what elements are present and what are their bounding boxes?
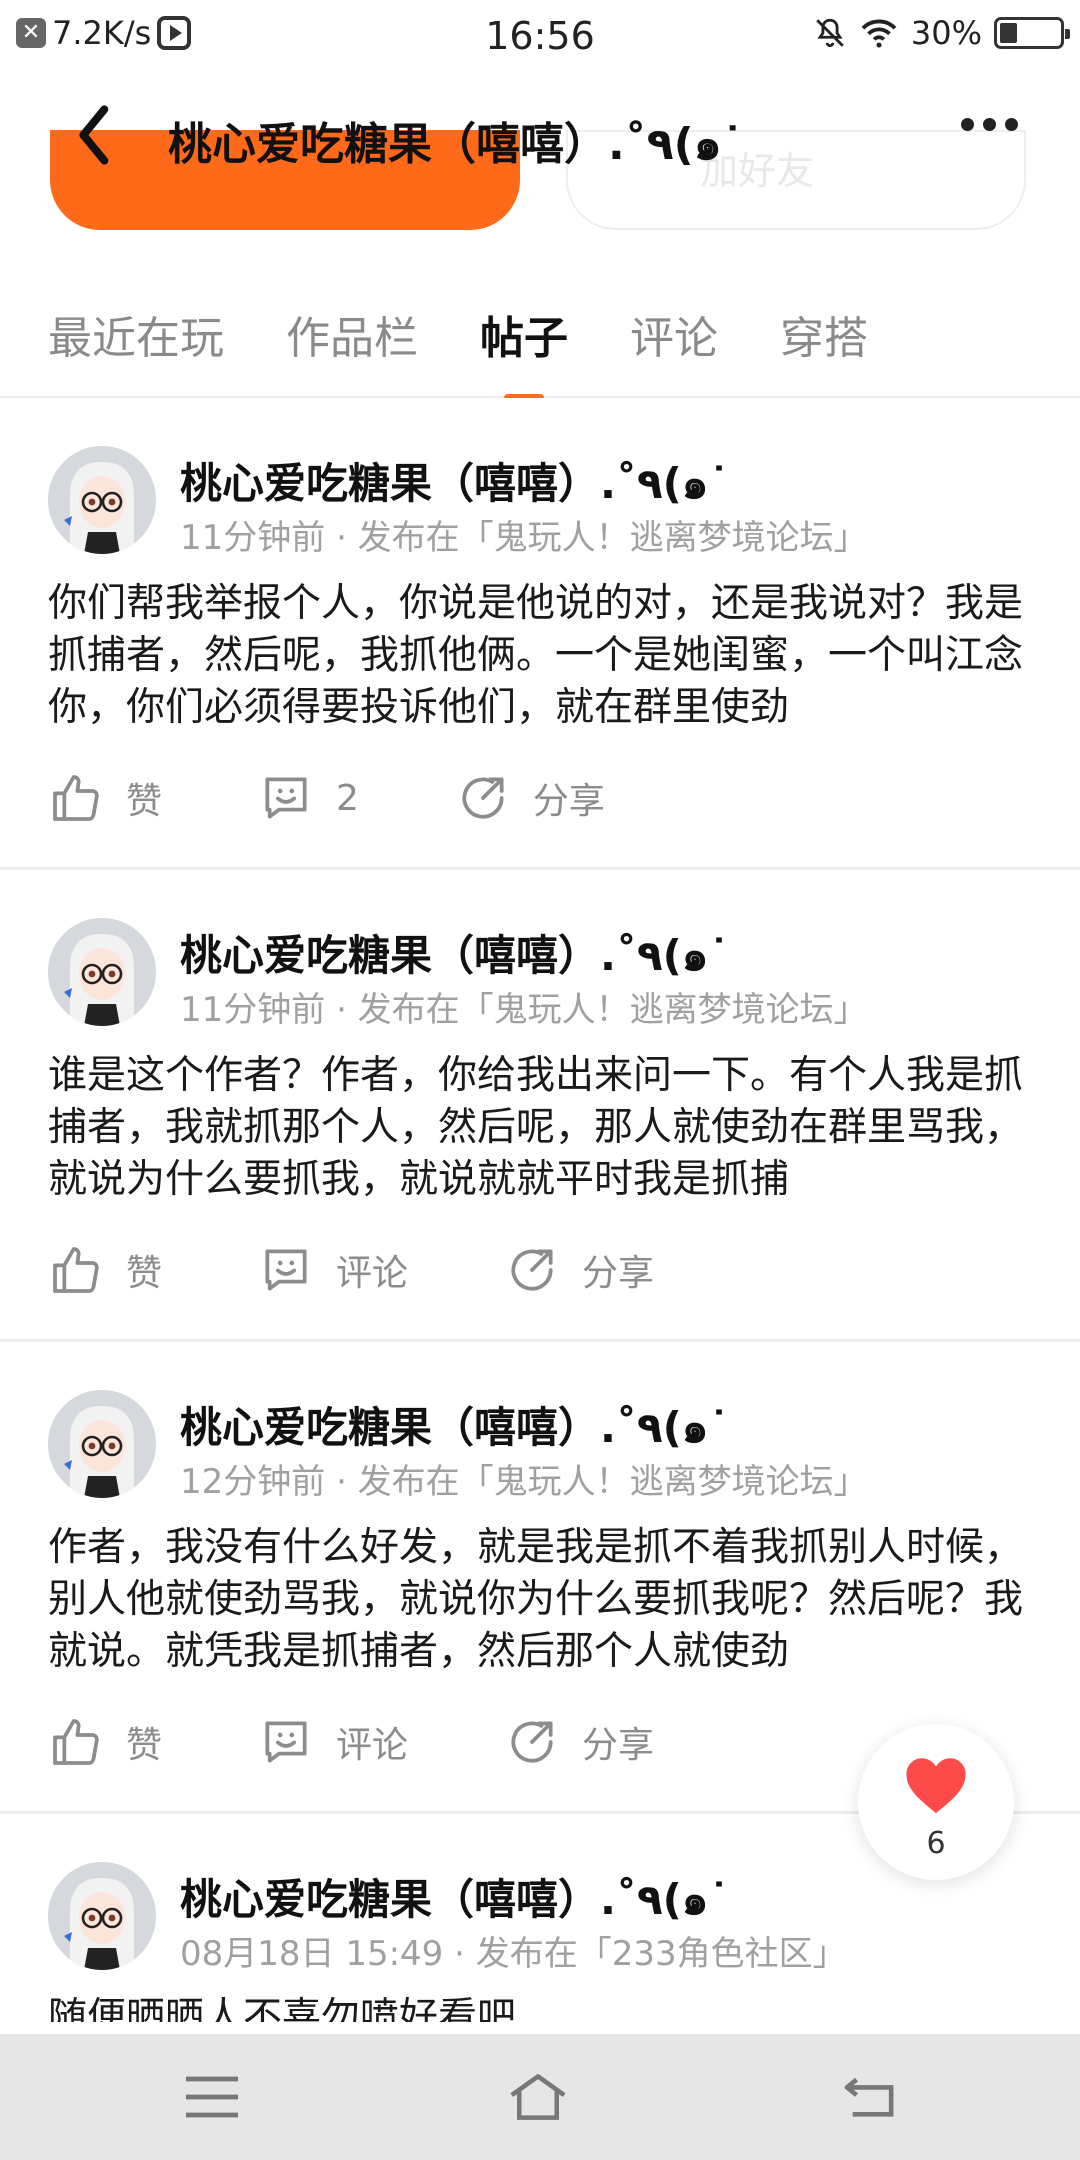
thumbs-up-icon: [53, 1247, 99, 1293]
back-button[interactable]: [70, 100, 130, 170]
avatar[interactable]: [48, 918, 156, 1026]
comment-smile-icon: [265, 777, 307, 819]
comment-label: 评论: [336, 1253, 409, 1294]
battery-icon: [994, 17, 1070, 49]
tab-posts[interactable]: 帖子: [480, 302, 568, 366]
share-button[interactable]: 分享: [504, 1242, 654, 1298]
post-text[interactable]: 谁是这个作者？作者，你给我出来问一下。有个人我是抓捕者，我就抓那个人，然后呢，那…: [48, 1050, 1038, 1206]
home-icon: [510, 2074, 566, 2120]
like-count: 6: [926, 1826, 946, 1861]
avatar[interactable]: [48, 1862, 156, 1970]
nav-back-button[interactable]: [840, 2072, 900, 2122]
battery-fill: [1000, 23, 1018, 43]
share-label: 分享: [582, 1253, 655, 1294]
share-arrow-icon: [462, 777, 504, 819]
post-actions: 赞 评论 分享: [48, 1242, 750, 1298]
post-card[interactable]: 桃心爱吃糖果（嘻嘻）.˚٩(๑˙ 11分钟前 · 发布在「鬼玩人！逃离梦境论坛」…: [0, 398, 1080, 870]
tab-comments[interactable]: 评论: [630, 302, 718, 366]
post-meta: 11分钟前 · 发布在「鬼玩人！逃离梦境论坛」: [180, 990, 868, 1030]
nav-menu-button[interactable]: [182, 2072, 242, 2122]
like-button[interactable]: 赞: [48, 1714, 162, 1770]
system-nav-bar: [0, 2034, 1080, 2160]
post-actions: 赞 2 分享: [48, 770, 701, 826]
like-label: 赞: [126, 781, 163, 822]
tab-bar: 最近在玩 作品栏 帖子 评论 穿搭: [0, 262, 1080, 398]
share-label: 分享: [532, 781, 605, 822]
share-arrow-icon: [511, 1721, 553, 1763]
post-author[interactable]: 桃心爱吃糖果（嘻嘻）.˚٩(๑˙: [180, 922, 729, 989]
comment-smile-icon: [265, 1721, 307, 1763]
more-dot: [961, 118, 974, 131]
comment-count: 2: [336, 777, 359, 819]
share-label: 分享: [582, 1725, 655, 1766]
mute-bell-icon: [816, 18, 844, 48]
more-options-button[interactable]: [961, 118, 1018, 131]
page-title: 桃心爱吃糖果（嘻嘻）.˚٩(๑˙: [168, 119, 744, 170]
comment-smile-icon: [265, 1249, 307, 1291]
more-dot: [983, 118, 996, 131]
post-author[interactable]: 桃心爱吃糖果（嘻嘻）.˚٩(๑˙: [180, 1394, 729, 1461]
status-bar: ✕ 7.2K/s 16:56 30%: [0, 0, 1080, 72]
status-right: 30%: [813, 14, 1070, 52]
floating-like-button[interactable]: 6: [858, 1724, 1014, 1880]
avatar[interactable]: [48, 446, 156, 554]
thumbs-up-icon: [53, 1719, 99, 1765]
menu-icon: [186, 2076, 238, 2118]
post-actions: 赞 评论 分享: [48, 1714, 750, 1770]
comment-label: 评论: [336, 1725, 409, 1766]
post-text[interactable]: 作者，我没有什么好发，就是我是抓不着我抓别人时候，别人他就使劲骂我，就说你为什么…: [48, 1522, 1038, 1678]
thumbs-up-icon: [53, 775, 99, 821]
heart-icon: [906, 1758, 966, 1814]
share-button[interactable]: 分享: [455, 770, 605, 826]
comment-button[interactable]: 评论: [258, 1714, 408, 1770]
chevron-left-icon: [79, 105, 109, 165]
post-meta: 11分钟前 · 发布在「鬼玩人！逃离梦境论坛」: [180, 518, 868, 558]
post-author[interactable]: 桃心爱吃糖果（嘻嘻）.˚٩(๑˙: [180, 1866, 729, 1933]
tab-recently-played[interactable]: 最近在玩: [48, 302, 224, 366]
post-card[interactable]: 桃心爱吃糖果（嘻嘻）.˚٩(๑˙ 11分钟前 · 发布在「鬼玩人！逃离梦境论坛」…: [0, 870, 1080, 1342]
share-arrow-icon: [511, 1249, 553, 1291]
more-dot: [1005, 118, 1018, 131]
wifi-icon: [861, 19, 897, 48]
battery-percent: 30%: [910, 14, 982, 52]
comment-button[interactable]: 2: [258, 770, 359, 826]
avatar[interactable]: [48, 1390, 156, 1498]
like-label: 赞: [126, 1253, 163, 1294]
tab-works[interactable]: 作品栏: [286, 302, 418, 366]
post-text[interactable]: 你们帮我举报个人，你说是他说的对，还是我说对？我是抓捕者，然后呢，我抓他俩。一个…: [48, 578, 1038, 734]
share-button[interactable]: 分享: [504, 1714, 654, 1770]
like-button[interactable]: 赞: [48, 770, 162, 826]
like-button[interactable]: 赞: [48, 1242, 162, 1298]
comment-button[interactable]: 评论: [258, 1242, 408, 1298]
tab-outfits[interactable]: 穿搭: [780, 302, 868, 366]
nav-home-button[interactable]: [508, 2072, 568, 2122]
post-meta: 08月18日 15:49 · 发布在「233角色社区」: [180, 1934, 847, 1974]
post-meta: 12分钟前 · 发布在「鬼玩人！逃离梦境论坛」: [180, 1462, 868, 1502]
post-author[interactable]: 桃心爱吃糖果（嘻嘻）.˚٩(๑˙: [180, 450, 729, 517]
post-text[interactable]: 随便晒晒人不喜勿喷好看吧: [48, 1992, 1038, 2022]
like-label: 赞: [126, 1725, 163, 1766]
return-icon: [844, 2077, 894, 2117]
